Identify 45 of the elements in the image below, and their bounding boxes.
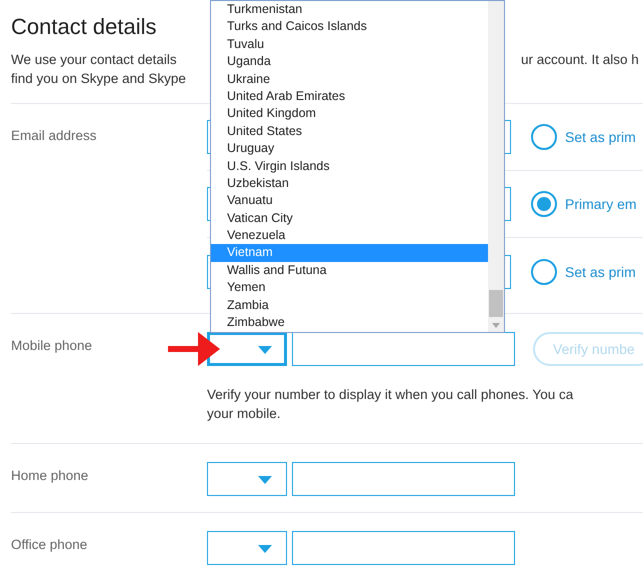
- radio-label: Set as prim: [565, 264, 636, 280]
- field-label: Mobile phone: [11, 337, 94, 353]
- help-text: your mobile.: [207, 405, 281, 423]
- country-option[interactable]: Uzbekistan: [211, 174, 488, 192]
- country-dropdown[interactable]: [207, 462, 287, 496]
- scroll-down-icon[interactable]: [492, 323, 500, 328]
- country-option[interactable]: United Kingdom: [211, 105, 488, 123]
- field-label: Office phone: [11, 536, 88, 552]
- intro-text: find you on Skype and Skype: [11, 70, 186, 88]
- country-option[interactable]: Turks and Caicos Islands: [211, 18, 488, 36]
- intro-text: We use your contact details: [11, 51, 177, 69]
- country-dropdown[interactable]: [207, 531, 287, 565]
- radio-label: Primary em: [565, 196, 637, 212]
- intro-text: ur account. It also h: [521, 51, 639, 69]
- country-option[interactable]: Vanuatu: [211, 192, 488, 210]
- country-option[interactable]: United States: [211, 122, 488, 140]
- country-option[interactable]: Venezuela: [211, 227, 488, 244]
- radio-label: Set as prim: [565, 129, 636, 145]
- phone-number-field[interactable]: [292, 462, 515, 496]
- country-option[interactable]: Turkmenistan: [211, 1, 488, 18]
- page-title: Contact details: [11, 13, 157, 41]
- radio-button[interactable]: [531, 191, 557, 217]
- phone-number-field[interactable]: [292, 531, 515, 565]
- help-text: Verify your number to display it when you call phones. You ca: [207, 386, 574, 404]
- country-option[interactable]: Tuvalu: [211, 36, 488, 54]
- caret-icon: [258, 545, 272, 553]
- caret-icon: [258, 476, 272, 484]
- country-option[interactable]: Zambia: [211, 296, 488, 314]
- country-option[interactable]: Uruguay: [211, 140, 488, 158]
- radio-button[interactable]: [531, 124, 557, 150]
- country-option[interactable]: Vatican City: [211, 210, 488, 228]
- caret-icon: [258, 346, 272, 354]
- pointer-arrow: [168, 330, 220, 368]
- country-option[interactable]: Yemen: [211, 279, 488, 297]
- field-label: Home phone: [11, 467, 90, 483]
- scrollbar[interactable]: [488, 1, 504, 332]
- country-option[interactable]: Uganda: [211, 53, 488, 71]
- country-option[interactable]: Ukraine: [211, 70, 488, 88]
- country-option[interactable]: United Arab Emirates: [211, 88, 488, 106]
- field-label: Email address: [11, 127, 98, 143]
- country-option[interactable]: U.S. Virgin Islands: [211, 158, 488, 175]
- radio-button[interactable]: [531, 258, 557, 284]
- country-option[interactable]: Zimbabwe: [211, 314, 488, 332]
- country-option[interactable]: Wallis and Futuna: [211, 262, 488, 280]
- scrollbar-thumb[interactable]: [489, 290, 503, 317]
